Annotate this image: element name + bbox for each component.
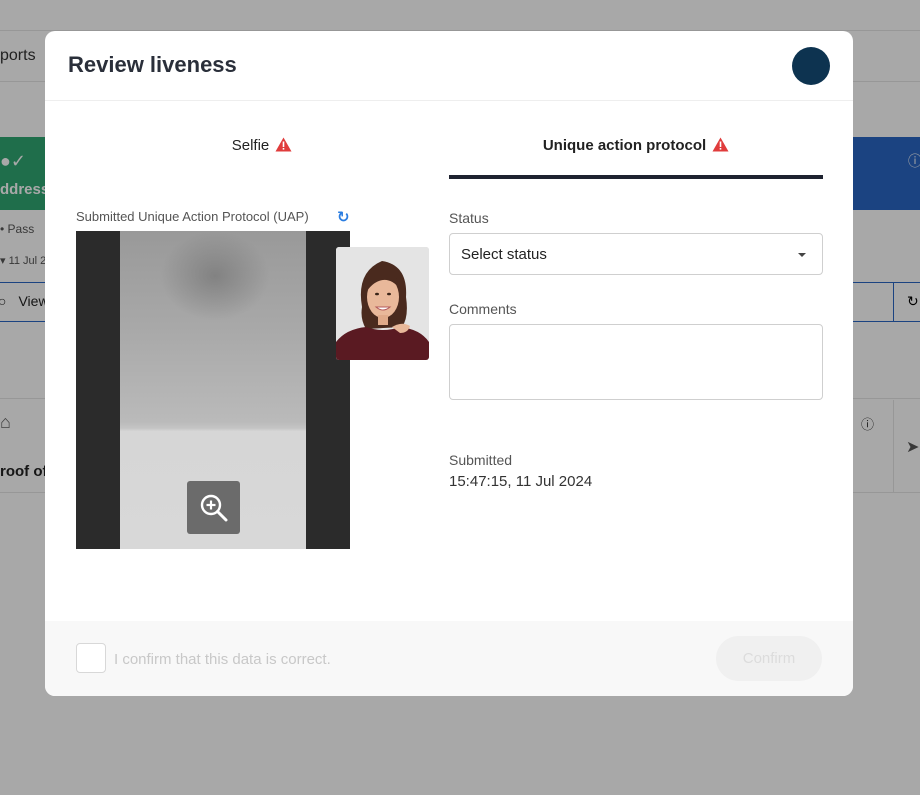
video-glow: [160, 231, 270, 321]
selfie-thumbnail[interactable]: [336, 247, 429, 360]
confirm-text: I confirm that this data is correct.: [114, 651, 331, 668]
tab-unique-action-protocol[interactable]: Unique action protocol: [449, 131, 823, 179]
selfie-photo: [336, 247, 429, 360]
zoom-button[interactable]: [187, 481, 240, 534]
modal-footer: I confirm that this data is correct. Con…: [45, 621, 853, 696]
confirm-checkbox[interactable]: [76, 643, 106, 673]
warning-icon: [712, 137, 729, 152]
tab-selfie[interactable]: Selfie: [75, 131, 449, 181]
comments-label: Comments: [449, 301, 517, 317]
review-liveness-modal: Review liveness Selfie Unique action pro…: [45, 31, 853, 696]
zoom-in-icon: [200, 494, 228, 522]
avatar[interactable]: [792, 47, 830, 85]
modal-header: Review liveness: [45, 31, 853, 101]
submitted-timestamp: 15:47:15, 11 Jul 2024: [449, 473, 593, 490]
status-label: Status: [449, 210, 489, 226]
uap-label: Submitted Unique Action Protocol (UAP): [76, 209, 309, 224]
tab-label: Selfie: [231, 137, 270, 154]
caret-down-icon: [798, 253, 806, 257]
refresh-icon[interactable]: ↻: [337, 208, 350, 226]
comments-field[interactable]: [449, 324, 823, 400]
confirm-button[interactable]: Confirm: [716, 636, 822, 681]
warning-icon: [275, 137, 292, 152]
submitted-label: Submitted: [449, 452, 513, 468]
tab-label: Unique action protocol: [542, 137, 707, 154]
modal-title: Review liveness: [68, 52, 237, 77]
status-select-value: Select status: [461, 246, 547, 263]
status-select[interactable]: Select status: [449, 233, 823, 275]
